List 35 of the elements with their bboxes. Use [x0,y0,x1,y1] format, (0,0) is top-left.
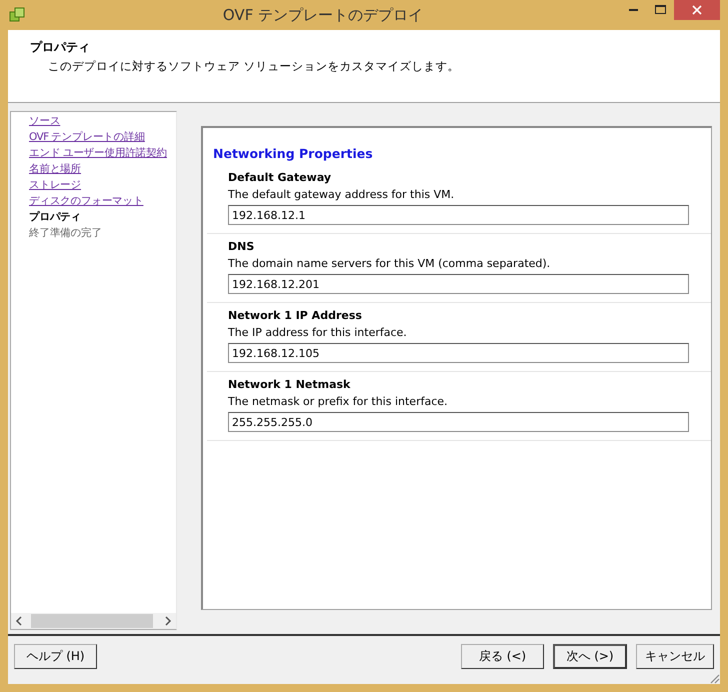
nav-link[interactable]: ソース [29,113,60,129]
field-label: DNS [228,240,254,253]
input-field[interactable]: 192.168.12.105 [228,343,689,363]
input-field[interactable]: 192.168.12.1 [228,205,689,225]
app-icon [8,6,26,24]
dialog-button[interactable]: 戻る (<) [461,644,544,668]
field-label: Network 1 Netmask [228,378,350,391]
field-description: The netmask or prefix for this interface. [228,395,448,408]
maximize-icon[interactable] [655,5,666,15]
field-description: The IP address for this interface. [228,326,407,339]
input-field[interactable]: 192.168.12.201 [228,274,689,294]
input-field[interactable]: 255.255.255.0 [228,412,689,432]
close-icon [692,5,702,15]
page-title: プロパティ [30,39,91,56]
nav-link[interactable]: 名前と場所 [29,161,82,177]
field-description: The domain name servers for this VM (comma separated). [228,257,550,270]
dialog-button[interactable]: キャンセル [636,644,714,668]
close-button[interactable] [674,0,720,20]
field-label: Network 1 IP Address [228,309,362,322]
dialog-button[interactable]: 次へ (>) [553,644,627,668]
nav-link[interactable]: エンド ユーザー使用許諾契約 [29,145,167,161]
nav-step: プロパティ [29,209,82,225]
window-title: OVF テンプレートのデプロイ [222,6,424,24]
nav-step: 終了準備の完了 [29,225,102,241]
nav-link[interactable]: ストレージ [29,177,82,193]
nav-link[interactable]: OVF テンプレートの詳細 [29,129,145,145]
dialog-button[interactable]: ヘルプ (H) [14,644,97,668]
field-label: Default Gateway [228,171,332,184]
field-description: The default gateway address for this VM. [228,188,454,201]
scrollbar-thumb[interactable] [31,614,153,628]
minimize-icon[interactable] [629,8,638,12]
page-description: このデプロイに対するソフトウェア ソリューションをカスタマイズします。 [47,59,461,74]
resize-grip-icon[interactable] [708,672,720,684]
nav-link[interactable]: ディスクのフォーマット [29,193,144,209]
section-title: Networking Properties [213,146,373,161]
